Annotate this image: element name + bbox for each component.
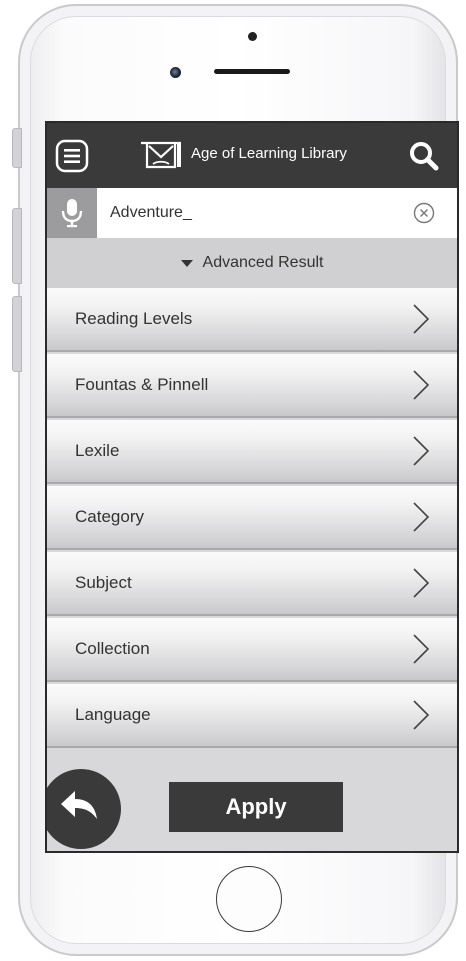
filter-label: Language <box>75 705 151 724</box>
app-title: Age of Learning Library <box>191 145 347 162</box>
filter-label: Category <box>75 507 144 526</box>
filter-label: Fountas & Pinnell <box>75 375 209 394</box>
filter-subject[interactable]: Subject <box>47 552 457 616</box>
front-camera <box>170 67 181 78</box>
filter-reading-levels[interactable]: Reading Levels <box>47 288 457 352</box>
phone-mute-switch <box>12 128 22 168</box>
chevron-right-icon <box>413 700 430 730</box>
filter-collection[interactable]: Collection <box>47 618 457 682</box>
filter-label: Lexile <box>75 441 120 460</box>
menu-icon[interactable] <box>55 139 89 173</box>
filter-lexile[interactable]: Lexile <box>47 420 457 484</box>
apply-button[interactable]: Apply <box>169 782 343 832</box>
filter-label: Reading Levels <box>75 309 193 328</box>
filter-fountas-pinnell[interactable]: Fountas & Pinnell <box>47 354 457 418</box>
search-input[interactable] <box>110 201 410 225</box>
back-arrow-icon <box>61 791 97 819</box>
search-bar <box>47 188 457 238</box>
phone-sensor <box>248 32 257 41</box>
app-screen: Age of Learning Library Advanced Result <box>45 121 459 853</box>
chevron-right-icon <box>413 370 430 400</box>
phone-volume-up <box>12 208 22 284</box>
chevron-right-icon <box>413 436 430 466</box>
filter-category[interactable]: Category <box>47 486 457 550</box>
phone-earpiece <box>214 69 290 74</box>
chevron-right-icon <box>413 304 430 334</box>
advanced-result-label: Advanced Result <box>202 254 324 271</box>
microphone-icon <box>61 199 83 228</box>
filter-language[interactable]: Language <box>47 684 457 748</box>
advanced-result-toggle[interactable]: Advanced Result <box>47 238 457 288</box>
filter-label: Collection <box>75 639 150 658</box>
clear-icon[interactable] <box>413 202 435 224</box>
book-logo-icon <box>141 141 181 169</box>
chevron-right-icon <box>413 502 430 532</box>
search-icon[interactable] <box>407 139 441 173</box>
phone-volume-down <box>12 296 22 372</box>
caret-down-icon <box>180 259 193 267</box>
filter-label: Subject <box>75 573 132 592</box>
app-bar: Age of Learning Library <box>47 123 457 188</box>
chevron-right-icon <box>413 634 430 664</box>
home-button[interactable] <box>216 866 282 932</box>
voice-search-button[interactable] <box>47 188 97 238</box>
chevron-right-icon <box>413 568 430 598</box>
